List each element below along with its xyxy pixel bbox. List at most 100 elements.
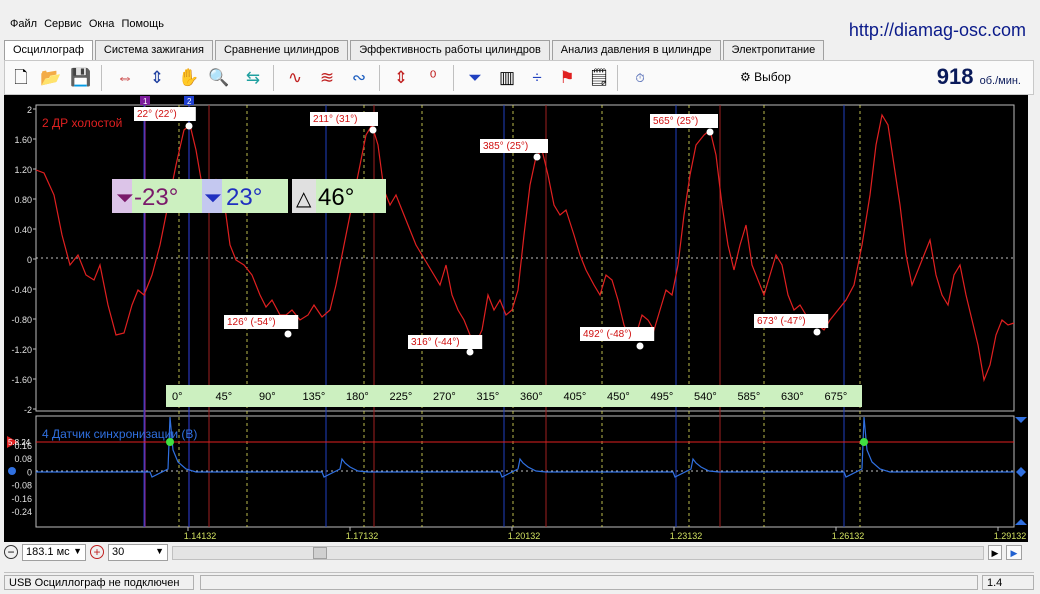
annotation-point bbox=[185, 122, 193, 130]
angle-tick-label: 405° bbox=[564, 391, 587, 403]
cursor-panel: ⏷ -23° ⏷ 23° △ 46° bbox=[112, 179, 386, 213]
rpm-value: 918 bbox=[936, 64, 974, 89]
annotation-label: 565° (25°) bbox=[653, 116, 698, 127]
site-url[interactable]: http://diamag-osc.com bbox=[849, 20, 1026, 41]
y-tick-label: -1.20 bbox=[11, 345, 32, 355]
timebase-select[interactable]: 183.1 мс ▼ bbox=[22, 544, 86, 561]
tab-pressure-analysis[interactable]: Анализ давления в цилиндре bbox=[551, 40, 721, 60]
angle-tick-label: 45° bbox=[216, 391, 233, 403]
split-icon[interactable]: ÷ bbox=[525, 65, 549, 91]
connection-status: USB Осциллограф не подключен bbox=[4, 575, 194, 590]
menu-bar: Файл Сервис Окна Помощь http://diamag-os… bbox=[0, 0, 1040, 40]
angle-tick-label: 450° bbox=[607, 391, 630, 403]
cursor-2-icon: ⏷ bbox=[204, 185, 222, 210]
annotation-point bbox=[636, 342, 644, 350]
tab-cylinder-compare[interactable]: Сравнение цилиндров bbox=[214, 40, 349, 60]
bottom-bar: − 183.1 мс ▼ + 30 ▼ ▶ ▶ bbox=[4, 543, 1034, 565]
toolbar: 🗋 📂 💾 ⇔ ⇕ ✋ 🔍 ⇆ ∿ ≋ ∾ ⇕ ⁰ ⏷ ▥ ÷ ⚑ 🗒 ⏱ ⚙ … bbox=[4, 60, 1034, 95]
scrollbar-thumb[interactable] bbox=[313, 547, 327, 559]
zoom-icon[interactable]: 🔍 bbox=[207, 65, 231, 91]
x-tick-label: 1.26132 bbox=[832, 531, 865, 541]
angle-tick-label: 540° bbox=[694, 391, 717, 403]
auto-scale-icon[interactable]: ⇕ bbox=[389, 65, 413, 91]
y2-tick-label: 0 bbox=[27, 467, 32, 477]
horizontal-cursor-icon[interactable]: ⇕ bbox=[145, 65, 169, 91]
annotation-label: 492° (-48°) bbox=[583, 329, 632, 340]
oscilloscope-display[interactable]: 2 1.60 1.20 0.80 0.40 0 -0.40 -0.80 -1.20 -1.60 -2… bbox=[4, 95, 1028, 542]
multi-sine-icon[interactable]: ≋ bbox=[315, 65, 339, 91]
y2-tick-label: -0.08 bbox=[11, 481, 32, 491]
x-tick-label: 1.14132 bbox=[184, 531, 217, 541]
zoom-value: 30 bbox=[112, 546, 125, 558]
zoom-in-icon[interactable]: + bbox=[90, 545, 104, 559]
filter-icon[interactable]: ⏷ bbox=[463, 65, 487, 91]
angle-tick-label: 180° bbox=[346, 391, 369, 403]
new-file-icon[interactable]: 🗋 bbox=[9, 65, 33, 91]
angle-tick-label: 135° bbox=[303, 391, 326, 403]
zoom-out-icon[interactable]: − bbox=[4, 545, 18, 559]
tab-ignition[interactable]: Система зажигания bbox=[94, 40, 213, 60]
cursor-1-icon: ⏷ bbox=[116, 185, 134, 210]
annotation-label: 126° (-54°) bbox=[227, 317, 276, 328]
angle-tick-label: 360° bbox=[520, 391, 543, 403]
channel-1-label: 2 ДР холостой bbox=[42, 116, 122, 130]
angle-tick-label: 0° bbox=[172, 391, 183, 403]
cursor-2-tag: 2 bbox=[187, 97, 192, 106]
vertical-cursor-icon[interactable]: ⇔ bbox=[113, 65, 137, 91]
open-folder-icon[interactable]: 📂 bbox=[39, 65, 63, 91]
zoom-select[interactable]: 30 ▼ bbox=[108, 544, 168, 561]
columns-icon[interactable]: ▥ bbox=[495, 65, 519, 91]
version-label: 1.4 bbox=[982, 575, 1034, 590]
hand-icon[interactable]: ✋ bbox=[177, 65, 201, 91]
angle-tick-label: 225° bbox=[390, 391, 413, 403]
menu-help[interactable]: Помощь bbox=[121, 18, 164, 30]
notes-icon[interactable]: 🗒 bbox=[587, 65, 611, 91]
y-tick-label: 0 bbox=[27, 255, 32, 265]
menu-windows[interactable]: Окна bbox=[89, 18, 115, 30]
annotation-point bbox=[813, 328, 821, 336]
menu-file[interactable]: Файл bbox=[10, 18, 37, 30]
y-tick-label: 0.40 bbox=[14, 225, 32, 235]
x-tick-label: 1.23132 bbox=[670, 531, 703, 541]
flag-icon[interactable]: ⚑ bbox=[555, 65, 579, 91]
trigger-marker-label: 5.8.24 bbox=[8, 438, 31, 447]
wave-icon[interactable]: ∾ bbox=[347, 65, 371, 91]
play-icon[interactable]: ▶ bbox=[988, 545, 1002, 560]
cursor-1-value: -23° bbox=[134, 184, 178, 211]
y-tick-label: -0.40 bbox=[11, 285, 32, 295]
chevron-down-icon: ▼ bbox=[155, 546, 164, 556]
y2-tick-label: -0.16 bbox=[11, 494, 32, 504]
x-tick-label: 1.29132 bbox=[994, 531, 1027, 541]
horizontal-scrollbar[interactable] bbox=[172, 546, 984, 560]
timebase-value: 183.1 мс bbox=[26, 546, 70, 558]
auto-timer-icon[interactable]: ⏱ bbox=[625, 65, 655, 91]
rpm-unit: об./мин. bbox=[979, 75, 1021, 87]
annotation-point bbox=[284, 330, 292, 338]
annotation-label: 316° (-44°) bbox=[411, 337, 460, 348]
zero-icon[interactable]: ⁰ bbox=[421, 65, 445, 91]
tab-oscilloscope[interactable]: Осциллограф bbox=[4, 40, 93, 62]
ch2-offset-marker[interactable] bbox=[8, 467, 16, 475]
angle-tick-label: 630° bbox=[781, 391, 804, 403]
status-bar: USB Осциллограф не подключен 1.4 bbox=[4, 572, 1034, 590]
tab-power[interactable]: Электропитание bbox=[722, 40, 825, 60]
angle-tick-label: 315° bbox=[477, 391, 500, 403]
rpm-readout: 918 об./мин. bbox=[937, 64, 1021, 90]
annotation-label: 385° (25°) bbox=[483, 141, 528, 152]
angle-tick-label: 675° bbox=[825, 391, 848, 403]
angle-tick-label: 270° bbox=[433, 391, 456, 403]
trigger-point-1 bbox=[166, 438, 174, 446]
sine-icon[interactable]: ∿ bbox=[283, 65, 307, 91]
menu-service[interactable]: Сервис bbox=[44, 18, 82, 30]
cursor-1-tag: 1 bbox=[143, 97, 148, 106]
y-tick-label: 1.60 bbox=[14, 135, 32, 145]
play-end-icon[interactable]: ▶ bbox=[1006, 545, 1022, 560]
tab-cylinder-efficiency[interactable]: Эффективность работы цилиндров bbox=[350, 40, 550, 60]
fit-icon[interactable]: ⇆ bbox=[241, 65, 265, 91]
x-tick-label: 1.17132 bbox=[346, 531, 379, 541]
delta-icon: △ bbox=[296, 188, 312, 210]
save-icon[interactable]: 💾 bbox=[69, 65, 93, 91]
select-button[interactable]: ⚙ Выбор bbox=[740, 70, 791, 84]
x-tick-label: 1.20132 bbox=[508, 531, 541, 541]
y-tick-label: 2 bbox=[27, 105, 32, 115]
